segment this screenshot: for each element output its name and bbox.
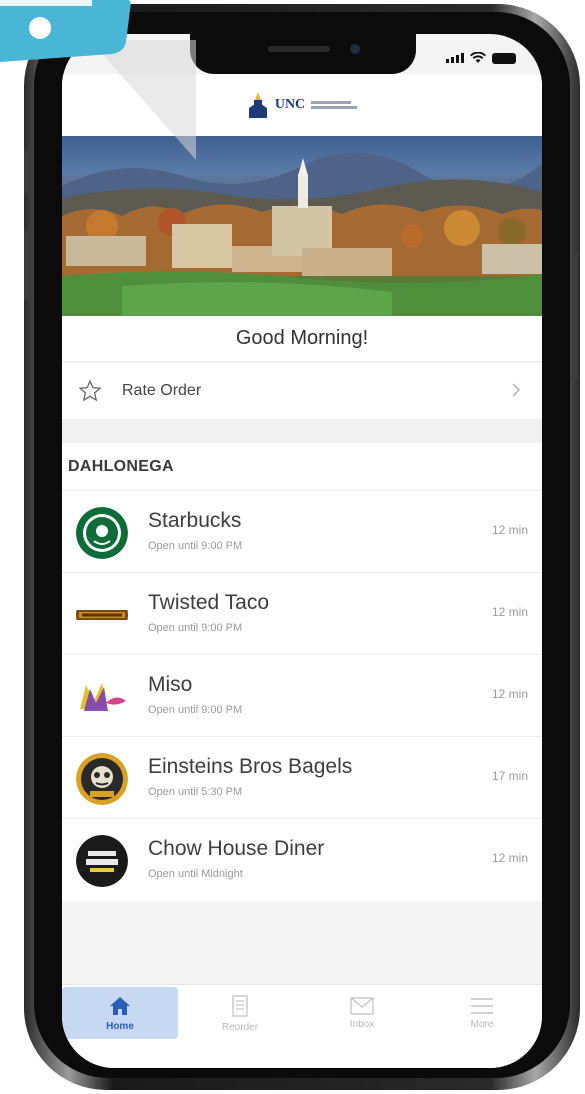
volume-button xyxy=(24,150,30,194)
unc-tower-logo-icon xyxy=(248,92,267,118)
restaurant-name: Chow House Diner xyxy=(148,837,325,860)
envelope-icon xyxy=(350,996,374,1015)
restaurant-item-einsteins-bros-bagels[interactable]: Einsteins Bros Bagels Open until 5:30 PM… xyxy=(62,737,542,819)
restaurant-hours: Open until 9:00 PM xyxy=(148,704,243,716)
restaurant-hours: Open until 9:00 PM xyxy=(148,540,243,552)
restaurant-wait-time: 12 min xyxy=(491,605,528,619)
restaurant-item-twisted-taco[interactable]: Twisted Taco Open until 9:00 PM 12 min xyxy=(62,573,542,655)
section-divider xyxy=(62,419,542,443)
tab-label: Inbox xyxy=(349,1018,375,1030)
tab-more[interactable]: More xyxy=(424,987,540,1039)
starbucks-logo-icon xyxy=(76,507,128,559)
tab-home[interactable]: Home xyxy=(62,987,178,1039)
restaurant-hours: Open until Midnight xyxy=(148,868,243,880)
rate-order-label: Rate Order xyxy=(122,382,202,399)
status-icons xyxy=(446,52,516,64)
app-header: UNC xyxy=(62,74,542,136)
power-button xyxy=(572,250,578,380)
restaurant-item-chow-house-diner[interactable]: Chow House Diner Open until Midnight 12 … xyxy=(62,819,542,901)
tab-label: Reorder xyxy=(221,1021,259,1033)
chow-house-logo-icon xyxy=(76,835,128,887)
campus-banner-image xyxy=(62,136,542,316)
speaker xyxy=(268,46,330,52)
restaurant-name: Twisted Taco xyxy=(148,591,270,614)
chevron-right-icon xyxy=(512,383,520,397)
einstein-bros-logo-icon xyxy=(76,753,128,805)
restaurant-list: Starbucks Open until 9:00 PM 12 min Twis… xyxy=(62,491,542,901)
restaurant-hours: Open until 9:00 PM xyxy=(148,622,243,634)
greeting-text: Good Morning! xyxy=(62,316,542,362)
restaurant-wait-time: 12 min xyxy=(491,523,528,537)
tab-inbox[interactable]: Inbox xyxy=(304,987,420,1039)
battery-icon xyxy=(492,52,516,64)
notch xyxy=(190,34,416,74)
rate-order-row[interactable]: Rate Order xyxy=(62,363,542,419)
menu-icon xyxy=(471,997,493,1014)
restaurant-name: Starbucks xyxy=(148,509,242,532)
miso-logo-icon xyxy=(80,683,126,711)
restaurant-item-starbucks[interactable]: Starbucks Open until 9:00 PM 12 min xyxy=(62,491,542,573)
restaurant-wait-time: 12 min xyxy=(491,851,528,865)
restaurant-hours: Open until 5:30 PM xyxy=(148,786,243,798)
star-outline-icon xyxy=(78,379,102,402)
wifi-icon xyxy=(470,52,486,63)
section-title: DAHLONEGA xyxy=(62,443,542,491)
tab-label: Home xyxy=(106,1020,134,1032)
restaurant-name: Einsteins Bros Bagels xyxy=(148,755,353,778)
receipt-icon xyxy=(232,994,248,1017)
restaurant-name: Miso xyxy=(148,673,193,696)
home-icon xyxy=(110,996,130,1015)
logo-text: UNC xyxy=(274,97,306,112)
tab-label: More xyxy=(470,1018,494,1030)
restaurant-item-miso[interactable]: Miso Open until 9:00 PM 12 min xyxy=(62,655,542,737)
restaurant-wait-time: 17 min xyxy=(491,769,528,783)
tab-reorder[interactable]: Reorder xyxy=(182,987,298,1039)
restaurant-wait-time: 12 min xyxy=(491,687,528,701)
logo-subtext-graphic xyxy=(311,101,358,109)
volume-button xyxy=(24,230,30,300)
phone-screen: UNC Good Morning! Rate Order DAHLONEGA S… xyxy=(62,34,542,1068)
signal-icon xyxy=(446,53,464,63)
twisted-taco-logo-icon xyxy=(76,610,128,620)
bottom-tab-bar: Home Reorder Inbox More xyxy=(62,984,542,1068)
front-camera xyxy=(350,44,360,54)
